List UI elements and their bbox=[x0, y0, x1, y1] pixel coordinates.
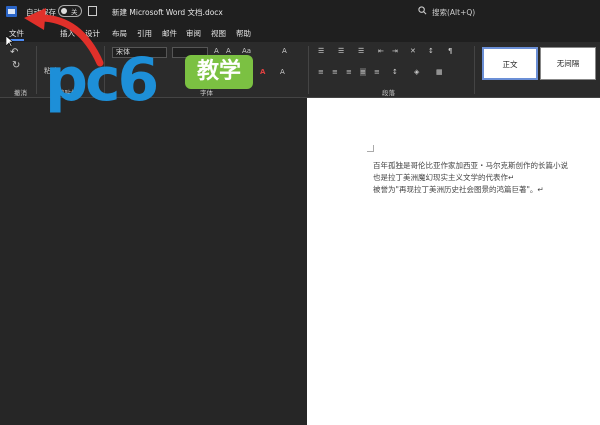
ribbon-separator bbox=[308, 46, 309, 94]
menu-review[interactable]: 审阅 bbox=[186, 28, 201, 39]
multilevel-list-icon[interactable]: ☰ bbox=[358, 47, 364, 55]
chinese-layout-icon[interactable]: ✕ bbox=[410, 47, 416, 55]
menu-mailings[interactable]: 邮件 bbox=[162, 28, 177, 39]
margin-marker bbox=[367, 145, 374, 152]
align-center-icon[interactable]: ≡ bbox=[332, 68, 338, 76]
group-paragraph-label: 段落 bbox=[382, 89, 395, 97]
show-marks-icon[interactable]: ¶ bbox=[448, 47, 452, 55]
bullets-icon[interactable]: ☰ bbox=[318, 47, 324, 55]
distributed-icon[interactable]: ≡ bbox=[374, 68, 380, 76]
ribbon-separator bbox=[474, 46, 475, 94]
search-box[interactable]: 搜索(Alt+Q) bbox=[408, 3, 598, 20]
group-undo-label: 撤消 bbox=[14, 89, 27, 97]
character-border-icon[interactable]: A bbox=[280, 68, 285, 76]
align-left-icon[interactable]: ≡ bbox=[318, 68, 324, 76]
numbering-icon[interactable]: ☰ bbox=[338, 47, 344, 55]
red-arrow-annotation bbox=[24, 8, 104, 67]
menu-layout[interactable]: 布局 bbox=[112, 28, 127, 39]
document-page[interactable]: 百年孤独是哥伦比亚作家加西亚・马尔克斯创作的长篇小说 也是拉丁美洲魔幻现实主义文… bbox=[307, 98, 600, 425]
style-no-spacing[interactable]: 无间隔 bbox=[540, 47, 596, 80]
line-spacing-icon[interactable]: ↕ bbox=[392, 68, 398, 76]
search-placeholder: 搜索(Alt+Q) bbox=[432, 8, 476, 17]
menu-view[interactable]: 视图 bbox=[211, 28, 226, 39]
sort-icon[interactable]: ↕ bbox=[428, 47, 434, 55]
doc-line-2[interactable]: 也是拉丁美洲魔幻现实主义文学的代表作↵ bbox=[373, 172, 514, 183]
doc-line-1[interactable]: 百年孤独是哥伦比亚作家加西亚・马尔克斯创作的长篇小说 bbox=[373, 160, 568, 171]
menu-references[interactable]: 引用 bbox=[137, 28, 152, 39]
decrease-indent-icon[interactable]: ⇤ bbox=[378, 47, 384, 55]
justify-icon[interactable]: ≡ bbox=[360, 68, 366, 76]
word-app-icon bbox=[6, 6, 17, 17]
logo-badge: 教学 bbox=[185, 55, 253, 89]
document-title[interactable]: 新建 Microsoft Word 文档.docx bbox=[112, 7, 223, 18]
undo-icon[interactable]: ↶ bbox=[10, 47, 18, 58]
borders-icon[interactable]: ▦ bbox=[436, 68, 443, 76]
clear-format-icon[interactable]: A bbox=[282, 47, 287, 55]
doc-line-3[interactable]: 被誉为"再现拉丁美洲历史社会图景的鸿篇巨著"。↵ bbox=[373, 184, 544, 195]
search-icon bbox=[418, 6, 427, 15]
shading-icon[interactable]: ◈ bbox=[414, 68, 419, 76]
mouse-cursor-icon bbox=[6, 36, 14, 48]
increase-indent-icon[interactable]: ⇥ bbox=[392, 47, 398, 55]
align-right-icon[interactable]: ≡ bbox=[346, 68, 352, 76]
font-color-icon[interactable]: A bbox=[260, 68, 265, 76]
style-normal[interactable]: 正文 bbox=[482, 47, 538, 80]
menu-help[interactable]: 帮助 bbox=[236, 28, 251, 39]
